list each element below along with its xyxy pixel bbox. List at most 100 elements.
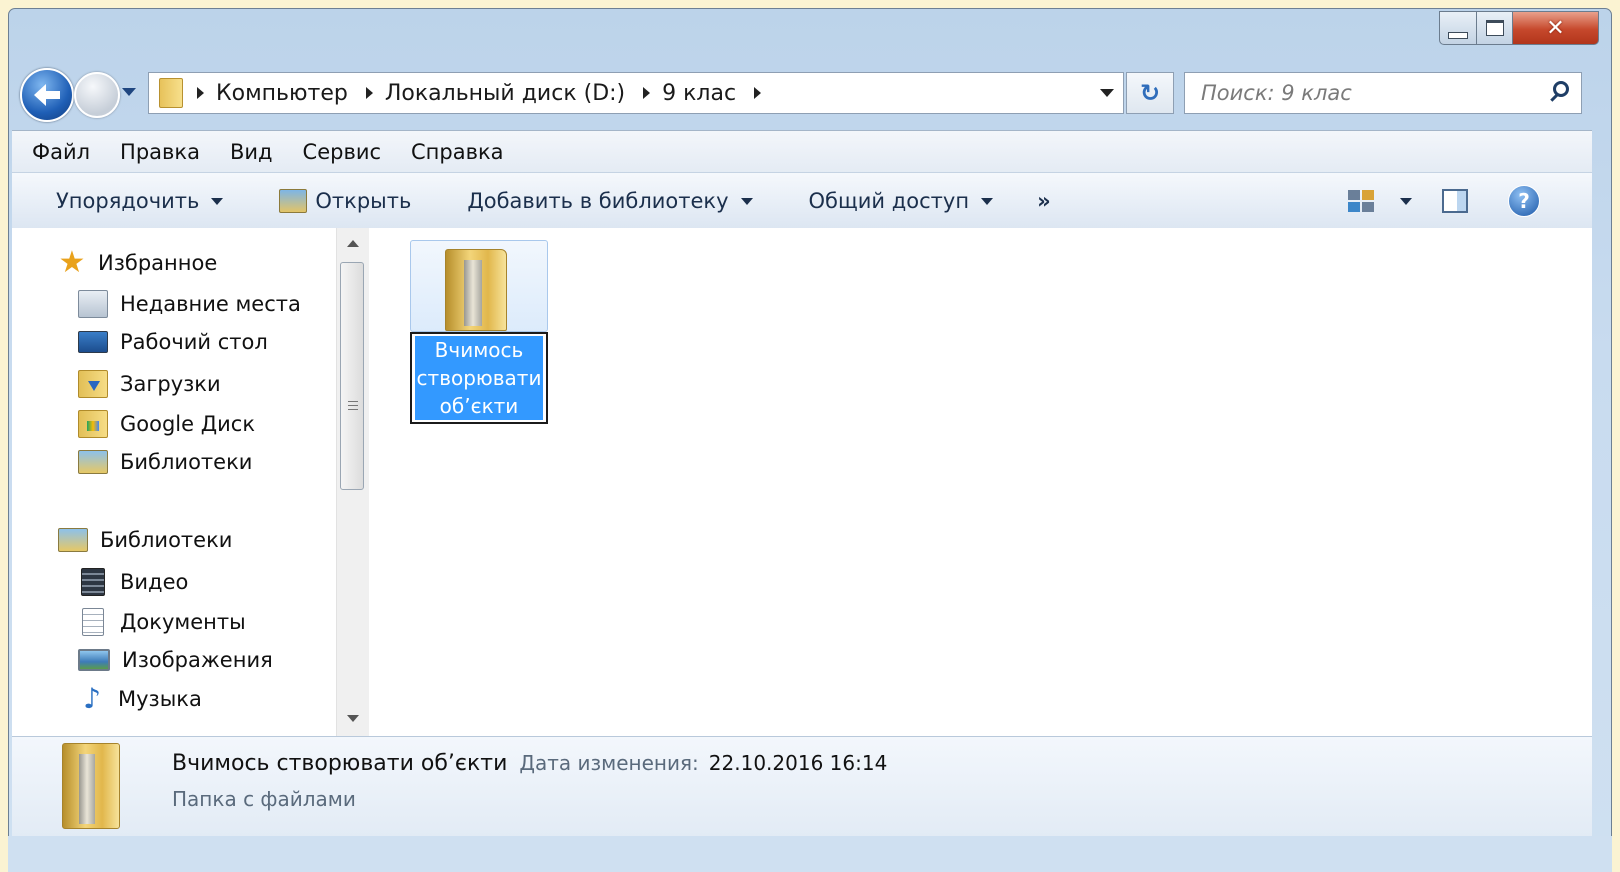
history-dropdown-icon[interactable] — [122, 88, 136, 96]
folder-icon — [445, 249, 507, 331]
share-button[interactable]: Общий доступ — [809, 189, 994, 213]
open-label: Открыть — [315, 189, 412, 213]
recent-places-icon — [78, 290, 108, 318]
menu-view[interactable]: Вид — [230, 140, 273, 164]
chevron-down-icon — [740, 197, 753, 205]
chevron-right-icon[interactable] — [197, 87, 204, 99]
back-button[interactable] — [20, 68, 74, 122]
nav-music-label: Музыка — [118, 687, 202, 711]
nav-libraries-shortcut[interactable]: Библиотеки — [78, 450, 252, 474]
menu-help[interactable]: Справка — [411, 140, 504, 164]
nav-music[interactable]: ♪ Музыка — [78, 682, 202, 715]
navigation-scrollbar[interactable] — [336, 228, 369, 736]
nav-libraries[interactable]: Библиотеки — [58, 528, 232, 552]
nav-favorites[interactable]: ★ Избранное — [58, 245, 218, 280]
scroll-up-icon[interactable] — [347, 240, 359, 247]
nav-google-drive[interactable]: Google Диск — [78, 410, 255, 438]
breadcrumb-computer[interactable]: Компьютер — [216, 81, 348, 106]
folder-item[interactable]: Вчимось створювати об’єкти — [410, 240, 550, 424]
organize-button[interactable]: Упорядочить — [56, 189, 224, 213]
scroll-down-icon[interactable] — [347, 715, 359, 722]
preview-pane-icon[interactable] — [1442, 189, 1468, 213]
close-icon: ✕ — [1546, 15, 1565, 41]
nav-pictures-label: Изображения — [122, 648, 273, 672]
search-icon[interactable] — [1553, 81, 1569, 97]
navigation-pane: ★ Избранное Недавние места Рабочий стол … — [12, 228, 334, 736]
menu-tools[interactable]: Сервис — [303, 140, 381, 164]
search-input[interactable] — [1199, 80, 1523, 106]
video-icon — [81, 568, 105, 596]
nav-recent-places[interactable]: Недавние места — [78, 290, 301, 318]
scroll-thumb[interactable] — [340, 262, 364, 490]
nav-video-label: Видео — [120, 570, 189, 594]
change-view-icon[interactable] — [1348, 190, 1374, 212]
address-dropdown-button[interactable] — [1089, 73, 1125, 113]
address-bar[interactable]: Компьютер Локальный диск (D:) 9 клас — [148, 72, 1124, 114]
close-button[interactable]: ✕ — [1513, 11, 1599, 45]
nav-desktop-label: Рабочий стол — [120, 330, 268, 354]
chevron-right-icon[interactable] — [365, 87, 373, 99]
rename-textbox[interactable]: Вчимось створювати об’єкти — [410, 332, 548, 424]
music-note-icon: ♪ — [83, 682, 101, 715]
libraries-icon — [58, 528, 88, 552]
chevron-down-icon — [981, 197, 994, 205]
chevron-down-icon — [1100, 89, 1114, 97]
add-to-library-button[interactable]: Добавить в библиотеку — [467, 189, 753, 213]
refresh-icon: ↻ — [1139, 79, 1161, 107]
nav-documents-label: Документы — [120, 610, 246, 634]
pictures-icon — [78, 649, 110, 671]
nav-desktop[interactable]: Рабочий стол — [78, 330, 268, 354]
view-dropdown-button[interactable] — [1388, 197, 1412, 205]
minimize-button[interactable] — [1439, 11, 1477, 45]
breadcrumb-9-klas[interactable]: 9 клас — [662, 81, 736, 106]
libraries-icon — [78, 450, 108, 474]
desktop-icon — [78, 331, 108, 353]
nav-downloads[interactable]: Загрузки — [78, 370, 221, 398]
menu-bar: Файл Правка Вид Сервис Справка — [12, 130, 1592, 173]
details-modified-value: 22.10.2016 16:14 — [708, 751, 888, 775]
nav-documents[interactable]: Документы — [78, 608, 246, 636]
add-to-library-label: Добавить в библиотеку — [467, 189, 729, 213]
forward-button[interactable] — [74, 72, 120, 118]
nav-libraries-label: Библиотеки — [100, 528, 233, 552]
maximize-button[interactable] — [1477, 11, 1513, 45]
view-controls: ? — [1348, 173, 1592, 229]
details-modified-label: Дата изменения: — [519, 751, 699, 775]
documents-icon — [82, 608, 104, 636]
caption-buttons: ✕ — [1439, 11, 1599, 47]
folder-icon — [159, 78, 183, 108]
window-bottom-border — [8, 836, 1612, 872]
details-pane: Вчимось створювати об’єкти Дата изменени… — [12, 736, 1592, 837]
nav-pictures[interactable]: Изображения — [78, 648, 273, 672]
minimize-icon — [1448, 31, 1468, 39]
chevron-right-icon[interactable] — [643, 87, 651, 99]
maximize-icon — [1485, 20, 1504, 36]
nav-video[interactable]: Видео — [78, 568, 188, 596]
nav-google-drive-label: Google Диск — [120, 412, 256, 436]
folder-name-selected: Вчимось створювати об’єкти — [415, 336, 543, 420]
refresh-button[interactable]: ↻ — [1126, 72, 1174, 114]
chevron-down-icon — [211, 197, 224, 205]
details-type: Папка с файлами — [172, 787, 356, 811]
help-icon[interactable]: ? — [1508, 185, 1540, 217]
search-box — [1184, 72, 1582, 114]
breadcrumb-local-disk[interactable]: Локальный диск (D:) — [385, 81, 625, 106]
star-icon: ★ — [58, 245, 86, 280]
menu-edit[interactable]: Правка — [120, 140, 200, 164]
content-area: ★ Избранное Недавние места Рабочий стол … — [12, 228, 1592, 736]
folder-thumbnail[interactable] — [410, 240, 548, 332]
open-button[interactable]: Открыть — [279, 189, 411, 213]
grip-icon — [348, 401, 358, 413]
downloads-icon — [78, 370, 108, 398]
menu-file[interactable]: Файл — [32, 140, 90, 164]
navigation-row: Компьютер Локальный диск (D:) 9 клас ↻ — [12, 62, 1592, 126]
chevron-right-icon[interactable] — [754, 87, 762, 99]
nav-favorites-label: Избранное — [98, 251, 218, 275]
organize-label: Упорядочить — [56, 189, 200, 213]
chevron-down-icon — [1400, 197, 1412, 205]
back-arrow-icon — [34, 84, 60, 106]
open-folder-icon — [279, 189, 308, 213]
more-commands-button[interactable]: » — [1037, 189, 1051, 213]
folder-icon — [62, 743, 120, 829]
command-bar: Упорядочить Открыть Добавить в библиотек… — [12, 172, 1592, 230]
